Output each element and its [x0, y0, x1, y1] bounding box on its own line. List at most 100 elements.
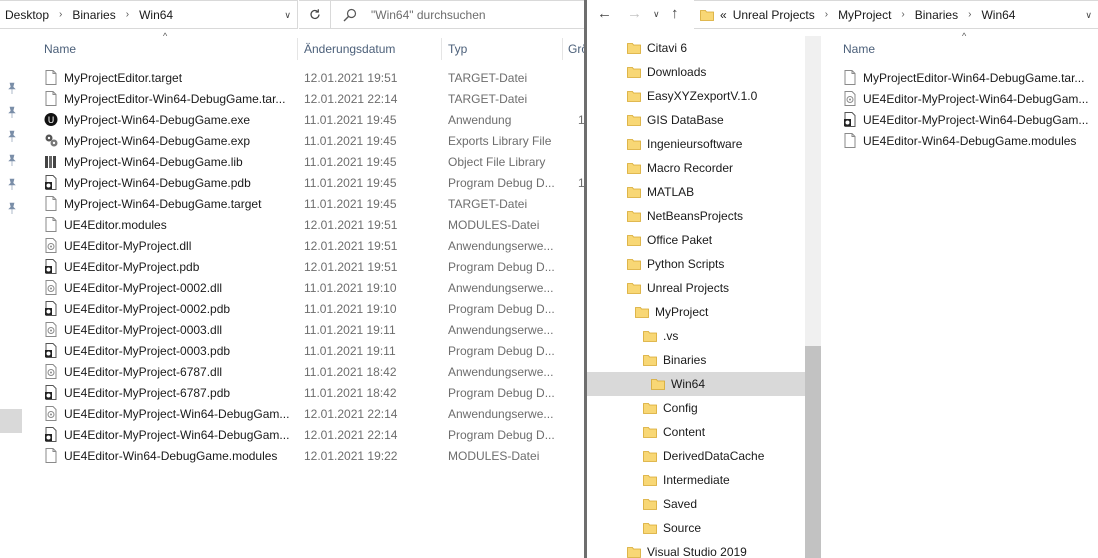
file-row[interactable]: UE4Editor.modules 12.01.2021 19:51 MODULES… [44, 214, 584, 235]
file-row[interactable]: UE4Editor-MyProject.dll 12.01.2021 19:51 A… [44, 235, 584, 256]
file-row[interactable]: UE4Editor-MyProject-Win64-DebugGam... 12.… [44, 424, 584, 445]
tree-item[interactable]: Content [587, 420, 805, 444]
file-type: Exports Library File [448, 133, 552, 148]
file-row[interactable]: UE4Editor-MyProject-Win64-DebugGam... [843, 109, 1098, 130]
file-row[interactable]: UE4Editor-MyProject-0002.dll 11.01.2021 1… [44, 277, 584, 298]
breadcrumb-separator-icon[interactable]: › [59, 9, 62, 20]
file-row[interactable]: UE4Editor-Win64-DebugGame.modules 12.01.2… [44, 445, 584, 466]
file-row[interactable]: UE4Editor-Win64-DebugGame.modules [843, 130, 1098, 151]
sort-ascending-icon: ^ [962, 31, 967, 41]
tree-item[interactable]: Macro Recorder [587, 156, 805, 180]
pdb-file-icon [844, 112, 856, 127]
generic-file-icon [45, 70, 57, 85]
address-history-chevron-down-icon[interactable]: ∨ [284, 10, 291, 21]
breadcrumb-separator-icon[interactable]: › [126, 9, 129, 20]
generic-file-icon [45, 217, 57, 232]
file-row[interactable]: UE4Editor-MyProject-Win64-DebugGam... 12.… [44, 403, 584, 424]
file-row[interactable]: MyProject-Win64-DebugGame.exp 11.01.2021 … [44, 130, 584, 151]
tree-item[interactable]: Downloads [587, 60, 805, 84]
file-name: UE4Editor-MyProject-6787.dll [64, 364, 223, 379]
breadcrumb-win64[interactable]: Win64 [139, 8, 173, 22]
file-row[interactable]: U MyProject-Win64-DebugGame.exe 11.01.2021… [44, 109, 584, 130]
pin-icon[interactable] [7, 130, 17, 142]
refresh-button[interactable] [299, 0, 331, 29]
tree-item[interactable]: MATLAB [587, 180, 805, 204]
column-header-name[interactable]: Name [843, 38, 875, 60]
pin-icon[interactable] [7, 106, 17, 118]
column-divider[interactable] [441, 38, 442, 60]
file-row[interactable]: MyProjectEditor.target 12.01.2021 19:51 TA… [44, 67, 584, 88]
tree-item-label: DerivedDataCache [663, 449, 765, 463]
tree-item[interactable]: Binaries [587, 348, 805, 372]
nav-selected-item[interactable] [0, 409, 22, 433]
tree-item[interactable]: Saved [587, 492, 805, 516]
recent-locations-chevron-down-icon[interactable]: ∨ [653, 9, 660, 20]
file-row[interactable]: MyProject-Win64-DebugGame.target 11.01.20… [44, 193, 584, 214]
tree-item[interactable]: GIS DataBase [587, 108, 805, 132]
file-row[interactable]: MyProjectEditor-Win64-DebugGame.tar... 12… [44, 88, 584, 109]
pin-icon[interactable] [7, 154, 17, 166]
column-header-type[interactable]: Typ [448, 38, 467, 60]
search-input[interactable]: "Win64" durchsuchen [331, 0, 584, 29]
file-row[interactable]: MyProject-Win64-DebugGame.pdb 11.01.2021 … [44, 172, 584, 193]
breadcrumb-binaries[interactable]: Binaries [72, 8, 115, 22]
sort-ascending-icon: ^ [163, 31, 168, 41]
back-arrow-icon[interactable]: ← [597, 5, 612, 22]
tree-item[interactable]: Intermediate [587, 468, 805, 492]
tree-item[interactable]: NetBeansProjects [587, 204, 805, 228]
file-row[interactable]: MyProject-Win64-DebugGame.lib 11.01.2021 … [44, 151, 584, 172]
tree-item[interactable]: DerivedDataCache [587, 444, 805, 468]
file-row[interactable]: MyProjectEditor-Win64-DebugGame.tar... [843, 67, 1098, 88]
column-header-name[interactable]: Name [44, 38, 76, 60]
file-row[interactable]: UE4Editor-MyProject-0003.dll 11.01.2021 1… [44, 319, 584, 340]
file-name: UE4Editor-MyProject-0003.dll [64, 322, 223, 337]
tree-item-label: Win64 [671, 377, 706, 391]
breadcrumb-separator-icon[interactable]: › [901, 9, 904, 20]
breadcrumb-desktop[interactable]: Desktop [5, 8, 49, 22]
pin-icon[interactable] [7, 202, 17, 214]
tree-item[interactable]: .vs [587, 324, 805, 348]
file-row[interactable]: UE4Editor-MyProject-0002.pdb 11.01.2021 1… [44, 298, 584, 319]
column-header-size[interactable]: Grö [568, 38, 584, 60]
folder-icon [627, 283, 641, 294]
tree-item[interactable]: Office Paket [587, 228, 805, 252]
file-row[interactable]: UE4Editor-MyProject-0003.pdb 11.01.2021 1… [44, 340, 584, 361]
column-divider[interactable] [297, 38, 298, 60]
address-bar[interactable]: Desktop › Binaries › Win64 ∨ [0, 0, 298, 29]
left-explorer-window: Desktop › Binaries › Win64 ∨ "Win64" dur… [0, 0, 584, 558]
breadcrumb-separator-icon[interactable]: › [968, 9, 971, 20]
column-divider[interactable] [562, 38, 563, 60]
tree-item[interactable]: Source [587, 516, 805, 540]
file-row[interactable]: UE4Editor-MyProject-6787.pdb 11.01.2021 1… [44, 382, 584, 403]
pin-icon[interactable] [7, 82, 17, 94]
tree-item[interactable]: Ingenieursoftware [587, 132, 805, 156]
file-type: Object File Library [448, 154, 546, 169]
tree-item[interactable]: Unreal Projects [587, 276, 805, 300]
file-row[interactable]: UE4Editor-MyProject-Win64-DebugGam... [843, 88, 1098, 109]
breadcrumb-myproject[interactable]: MyProject [838, 8, 891, 22]
forward-arrow-icon[interactable]: → [627, 5, 642, 22]
tree-item[interactable]: Citavi 6 [587, 36, 805, 60]
scrollbar-thumb[interactable] [805, 346, 821, 558]
tree-item[interactable]: Visual Studio 2019 [587, 540, 805, 558]
tree-item[interactable]: Config [587, 396, 805, 420]
tree-scrollbar[interactable] [805, 36, 821, 558]
tree-item[interactable]: Python Scripts [587, 252, 805, 276]
pin-icon[interactable] [7, 178, 17, 190]
address-bar[interactable]: « Unreal Projects › MyProject › Binaries… [694, 0, 1098, 29]
tree-item[interactable]: Win64 [587, 372, 805, 396]
tree-item[interactable]: MyProject [587, 300, 805, 324]
up-arrow-icon[interactable]: ↑ [671, 5, 679, 22]
breadcrumb-overflow[interactable]: « [720, 8, 727, 22]
breadcrumb-win64[interactable]: Win64 [981, 8, 1015, 22]
breadcrumb-unreal-projects[interactable]: Unreal Projects [733, 8, 815, 22]
file-row[interactable]: UE4Editor-MyProject.pdb 12.01.2021 19:51 P… [44, 256, 584, 277]
address-history-chevron-down-icon[interactable]: ∨ [1085, 10, 1092, 21]
file-type: Program Debug D... [448, 259, 555, 274]
folder-icon [643, 403, 657, 414]
tree-item[interactable]: EasyXYZexportV.1.0 [587, 84, 805, 108]
breadcrumb-binaries[interactable]: Binaries [915, 8, 958, 22]
file-row[interactable]: UE4Editor-MyProject-6787.dll 11.01.2021 1… [44, 361, 584, 382]
breadcrumb-separator-icon[interactable]: › [825, 9, 828, 20]
column-header-date[interactable]: Änderungsdatum [304, 38, 395, 60]
